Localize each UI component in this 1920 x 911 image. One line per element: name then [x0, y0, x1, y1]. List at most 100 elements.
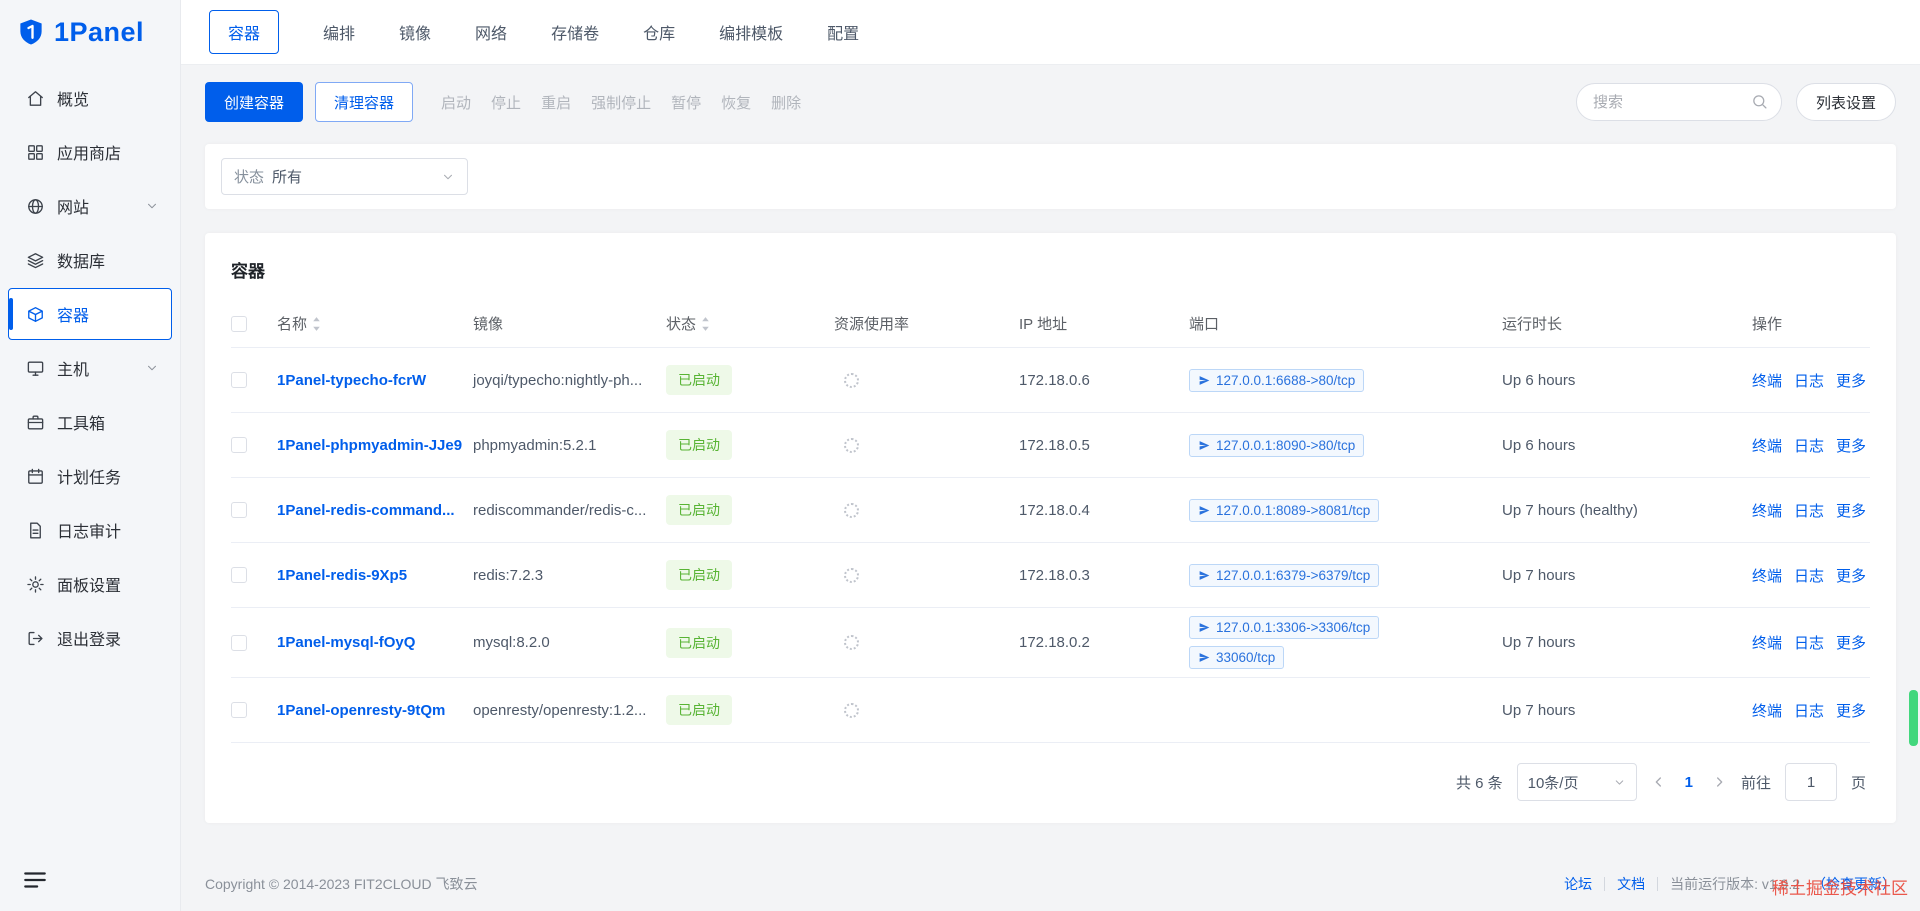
sidebar-item-overview[interactable]: 概览 — [8, 72, 172, 124]
status-filter-select[interactable]: 状态 所有 — [221, 158, 468, 195]
container-name-link[interactable]: 1Panel-typecho-fcrW — [277, 372, 426, 389]
row-action-more[interactable]: 更多 — [1836, 500, 1866, 521]
app-logo[interactable]: 1Panel — [0, 0, 180, 64]
row-action-logs[interactable]: 日志 — [1794, 632, 1824, 653]
table-row: 1Panel-phpmyadmin-JJe9 phpmyadmin:5.2.1 已启… — [231, 413, 1870, 478]
current-page[interactable]: 1 — [1681, 774, 1697, 791]
toolbar-right: 列表设置 — [1575, 83, 1896, 121]
tab-setting[interactable]: 配置 — [827, 11, 859, 53]
sidebar-item-label: 退出登录 — [57, 632, 122, 649]
action-force-stop-button[interactable]: 强制停止 — [591, 82, 651, 122]
next-page-button[interactable] — [1711, 774, 1727, 790]
container-name-link[interactable]: 1Panel-mysql-fOyQ — [277, 634, 415, 651]
row-action-logs[interactable]: 日志 — [1794, 500, 1824, 521]
footer-link-docs[interactable]: 文档 — [1617, 874, 1645, 894]
sidebar-item-label: 主机 — [57, 362, 90, 379]
grid-icon — [26, 143, 45, 162]
goto-page-input[interactable] — [1784, 763, 1837, 801]
sidebar-item-cronjob[interactable]: 计划任务 — [8, 450, 172, 502]
port-tag[interactable]: 127.0.0.1:3306->3306/tcp — [1189, 616, 1380, 639]
row-checkbox[interactable] — [231, 437, 247, 453]
row-action-more[interactable]: 更多 — [1836, 565, 1866, 586]
tab-network[interactable]: 网络 — [475, 11, 507, 53]
row-action-more[interactable]: 更多 — [1836, 700, 1866, 721]
sidebar-item-logout[interactable]: 退出登录 — [8, 612, 172, 664]
loading-spinner — [844, 635, 859, 650]
tab-compose[interactable]: 编排 — [323, 11, 355, 53]
row-action-more[interactable]: 更多 — [1836, 632, 1866, 653]
sort-icon[interactable] — [311, 314, 322, 334]
row-action-terminal[interactable]: 终端 — [1752, 700, 1782, 721]
row-checkbox[interactable] — [231, 502, 247, 518]
port-tag[interactable]: 127.0.0.1:8089->8081/tcp — [1189, 498, 1380, 522]
sidebar-item-container[interactable]: 容器 — [8, 288, 172, 340]
sidebar-item-website[interactable]: 网站 — [8, 180, 172, 232]
action-pause-button[interactable]: 暂停 — [671, 82, 701, 122]
tab-image[interactable]: 镜像 — [399, 11, 431, 53]
container-uptime: Up 7 hours — [1502, 701, 1576, 719]
port-tag[interactable]: 33060/tcp — [1189, 646, 1285, 669]
row-action-terminal[interactable]: 终端 — [1752, 500, 1782, 521]
column-header-status[interactable]: 状态 — [666, 313, 834, 334]
sort-icon[interactable] — [700, 314, 711, 334]
port-list: 127.0.0.1:3306->3306/tcp 33060/tcp — [1189, 608, 1424, 677]
pagination: 共 6 条 10条/页 1 前往 1 页 — [231, 743, 1870, 817]
action-start-button[interactable]: 启动 — [441, 82, 471, 122]
row-checkbox[interactable] — [231, 372, 247, 388]
tab-volume[interactable]: 存储卷 — [551, 11, 599, 53]
container-uptime: Up 6 hours — [1502, 436, 1576, 454]
tab-container[interactable]: 容器 — [209, 10, 280, 54]
sidebar-item-label: 概览 — [57, 92, 90, 109]
column-header-name[interactable]: 名称 — [277, 313, 473, 334]
row-action-more[interactable]: 更多 — [1836, 435, 1866, 456]
action-resume-button[interactable]: 恢复 — [721, 82, 751, 122]
row-action-logs[interactable]: 日志 — [1794, 565, 1824, 586]
row-action-logs[interactable]: 日志 — [1794, 700, 1824, 721]
row-action-more[interactable]: 更多 — [1836, 370, 1866, 391]
page-size-select[interactable]: 10条/页 — [1516, 763, 1637, 801]
row-action-terminal[interactable]: 终端 — [1752, 435, 1782, 456]
row-action-terminal[interactable]: 终端 — [1752, 565, 1782, 586]
row-checkbox[interactable] — [231, 567, 247, 583]
sidebar-collapse-button[interactable] — [22, 867, 48, 897]
scrollbar-thumb[interactable] — [1909, 690, 1918, 746]
sidebar-item-host[interactable]: 主机 — [8, 342, 172, 394]
container-name-link[interactable]: 1Panel-redis-command... — [277, 502, 455, 519]
row-action-logs[interactable]: 日志 — [1794, 435, 1824, 456]
action-delete-button[interactable]: 删除 — [771, 82, 801, 122]
container-name-link[interactable]: 1Panel-openresty-9tQm — [277, 702, 445, 719]
port-tag[interactable]: 127.0.0.1:6379->6379/tcp — [1189, 563, 1380, 587]
create-container-button[interactable]: 创建容器 — [205, 82, 304, 122]
tab-repo[interactable]: 仓库 — [643, 11, 675, 53]
container-name-link[interactable]: 1Panel-redis-9Xp5 — [277, 567, 407, 584]
sidebar-item-panel-settings[interactable]: 面板设置 — [8, 558, 172, 610]
check-update-link[interactable]: （检查更新） — [1812, 874, 1896, 894]
row-action-terminal[interactable]: 终端 — [1752, 370, 1782, 391]
action-stop-button[interactable]: 停止 — [491, 82, 521, 122]
column-label: 运行时长 — [1502, 316, 1563, 333]
row-checkbox[interactable] — [231, 702, 247, 718]
chevron-down-icon — [441, 170, 455, 184]
sidebar-item-log-audit[interactable]: 日志审计 — [8, 504, 172, 556]
port-tag[interactable]: 127.0.0.1:6688->80/tcp — [1189, 368, 1365, 392]
row-checkbox[interactable] — [231, 634, 247, 651]
row-action-terminal[interactable]: 终端 — [1752, 632, 1782, 653]
row-action-logs[interactable]: 日志 — [1794, 370, 1824, 391]
column-settings-button[interactable]: 列表设置 — [1795, 83, 1896, 121]
port-tag[interactable]: 127.0.0.1:8090->80/tcp — [1189, 433, 1365, 457]
pagination-total: 共 6 条 — [1455, 774, 1503, 792]
sidebar-item-label: 面板设置 — [57, 578, 122, 595]
sidebar-item-toolbox[interactable]: 工具箱 — [8, 396, 172, 448]
sidebar-item-app-store[interactable]: 应用商店 — [8, 126, 172, 178]
container-image: rediscommander/redis-c... — [473, 501, 647, 519]
action-restart-button[interactable]: 重启 — [541, 82, 571, 122]
footer-link-forum[interactable]: 论坛 — [1564, 874, 1592, 894]
container-name-link[interactable]: 1Panel-phpmyadmin-JJe9 — [277, 437, 462, 454]
sidebar-item-database[interactable]: 数据库 — [8, 234, 172, 286]
prev-page-button[interactable] — [1651, 774, 1667, 790]
clean-container-button[interactable]: 清理容器 — [315, 82, 414, 122]
select-all-checkbox[interactable] — [231, 315, 247, 332]
tab-compose-template[interactable]: 编排模板 — [719, 11, 783, 53]
search-icon[interactable] — [1751, 93, 1768, 110]
send-icon — [1198, 651, 1211, 664]
